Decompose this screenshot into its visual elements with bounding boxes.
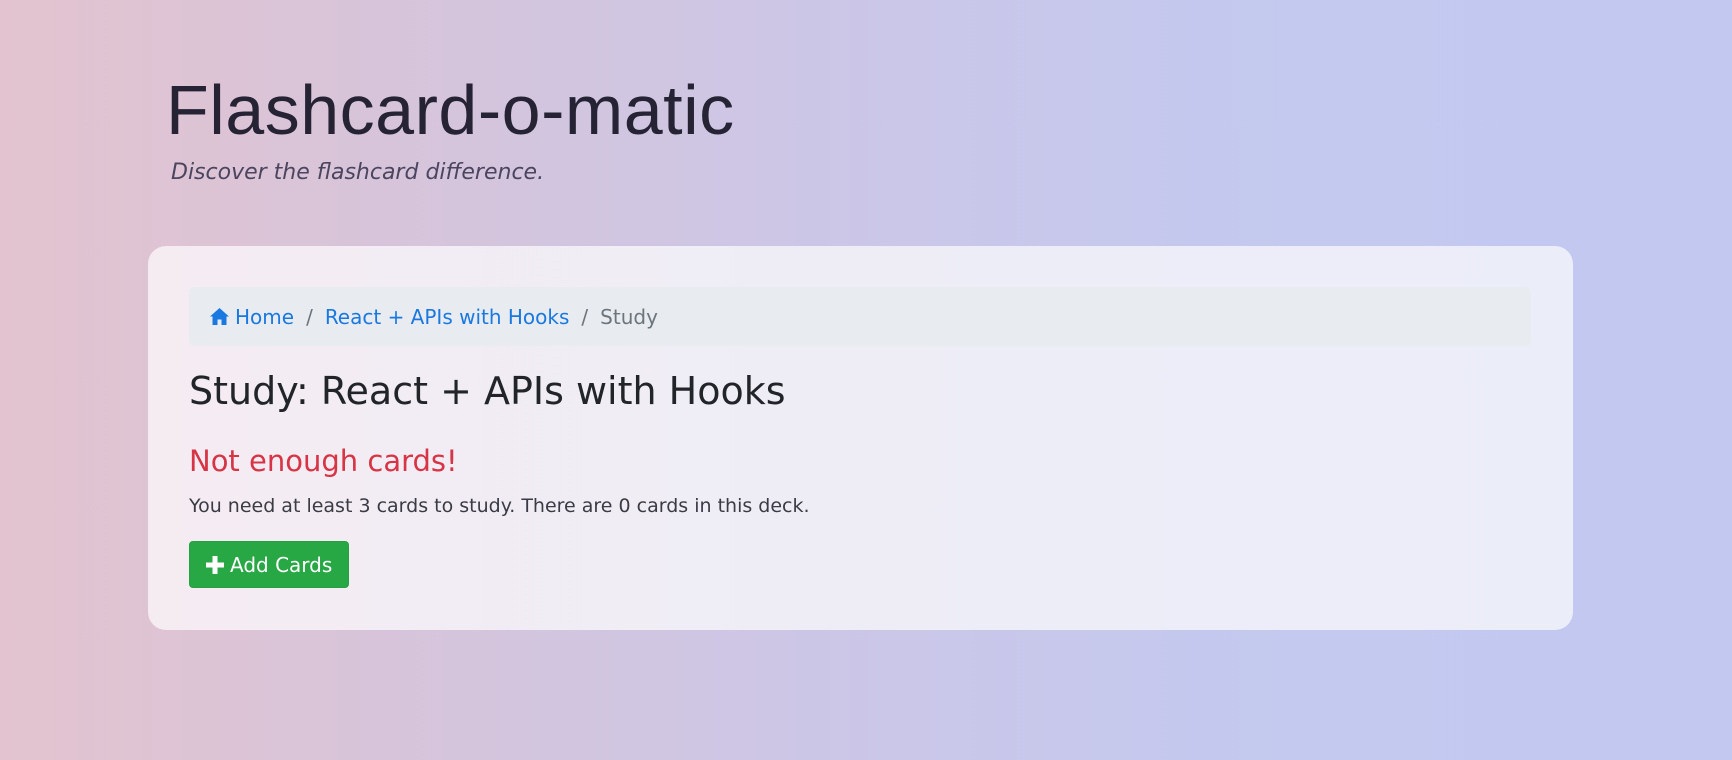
warning-title: Not enough cards!	[189, 444, 458, 478]
breadcrumb-home-link[interactable]: Home	[209, 305, 294, 329]
breadcrumb-separator: /	[306, 304, 313, 329]
plus-icon	[206, 555, 224, 574]
breadcrumb-deck-link[interactable]: React + APIs with Hooks	[325, 305, 570, 329]
home-icon	[210, 308, 229, 325]
page-header: Flashcard-o-matic Discover the flashcard…	[166, 68, 735, 185]
app-title: Flashcard-o-matic	[166, 71, 735, 149]
breadcrumb-current: Study	[600, 304, 658, 329]
breadcrumb: Home / React + APIs with Hooks / Study	[189, 287, 1531, 346]
warning-text: You need at least 3 cards to study. Ther…	[189, 495, 810, 517]
add-cards-button[interactable]: Add Cards	[189, 541, 350, 588]
app-tagline: Discover the flashcard difference.	[171, 160, 545, 185]
study-title: Study: React + APIs with Hooks	[189, 369, 786, 413]
breadcrumb-separator: /	[581, 304, 589, 329]
main-card: Home / React + APIs with Hooks / Study S…	[148, 246, 1573, 630]
add-cards-label: Add Cards	[230, 552, 333, 577]
breadcrumb-home-label: Home	[235, 304, 295, 329]
